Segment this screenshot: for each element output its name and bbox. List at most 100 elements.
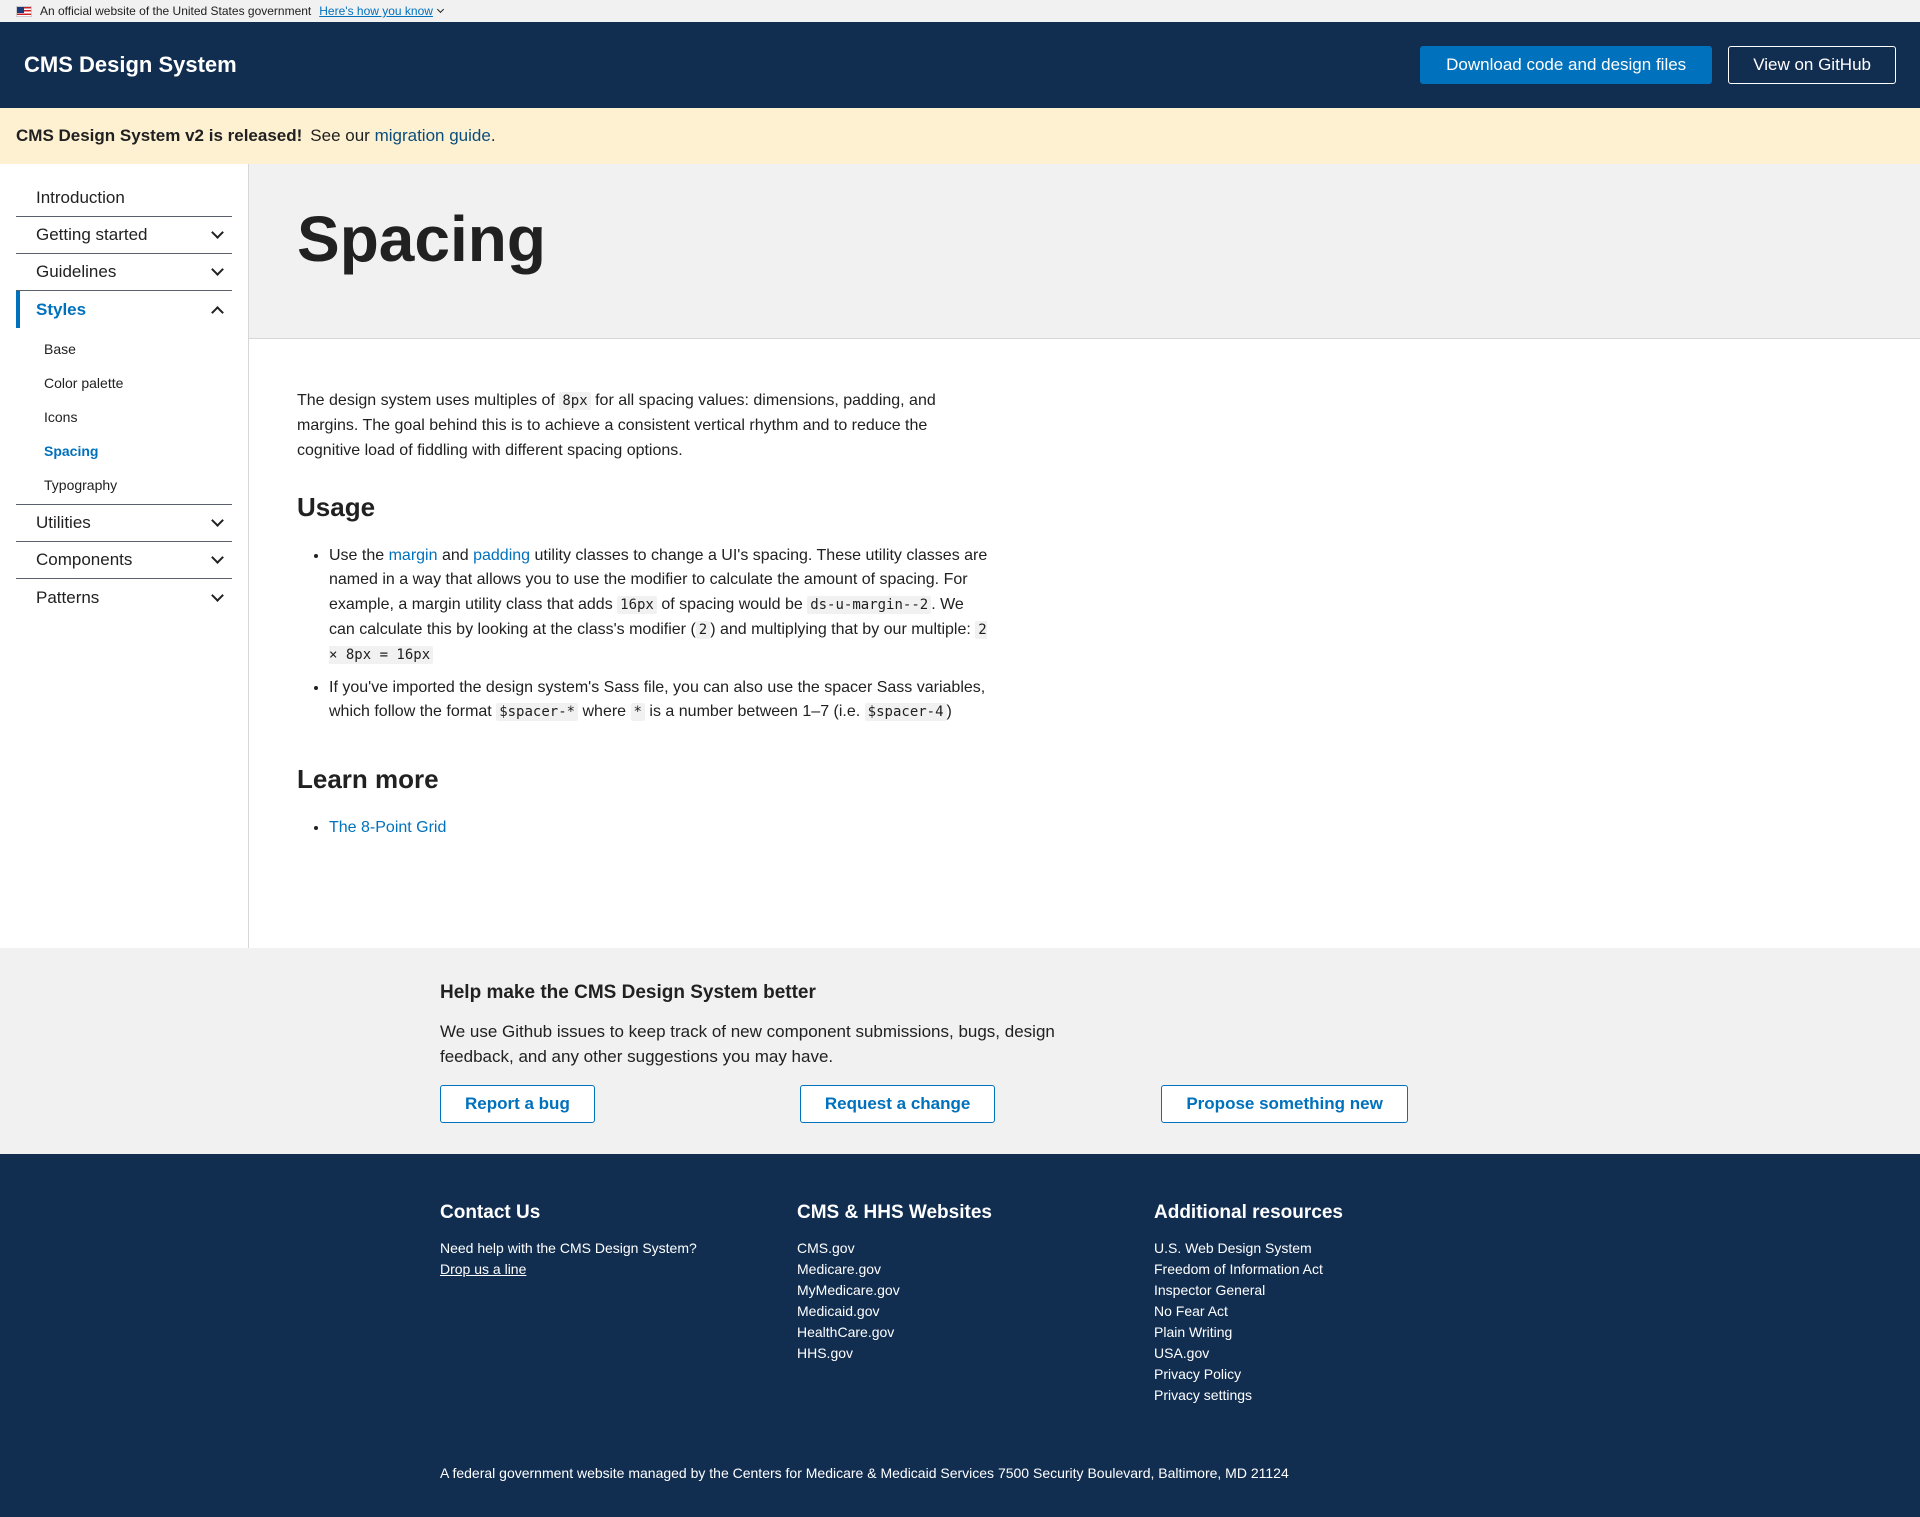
sidebar-item-utilities[interactable]: Utilities (16, 505, 232, 542)
list-text: where (582, 703, 627, 721)
site-header: CMS Design System Download code and desi… (0, 22, 1920, 108)
chevron-down-icon (211, 263, 224, 276)
footer-link-healthcare[interactable]: HealthCare.gov (797, 1322, 1154, 1343)
chevron-down-icon (211, 551, 224, 564)
gov-banner-text: An official website of the United States… (40, 4, 312, 18)
learn-more-list: The 8-Point Grid (297, 816, 989, 841)
alert-text-end: . (490, 126, 496, 145)
footer-columns: Contact Us Need help with the CMS Design… (440, 1202, 1920, 1406)
list-item: The 8-Point Grid (329, 816, 989, 841)
inline-code: $spacer-* (496, 703, 579, 722)
usage-list: Use the margin and padding utility class… (297, 544, 989, 726)
footer-link-privacy-settings[interactable]: Privacy settings (1154, 1385, 1511, 1406)
list-text: ) and multiplying that by our multiple: (710, 621, 971, 639)
sidebar-nav: Introduction Getting started Guidelines … (0, 164, 249, 948)
list-item: If you've imported the design system's S… (329, 676, 989, 726)
chevron-down-icon (211, 226, 224, 239)
chevron-down-icon (211, 514, 224, 527)
learn-more-heading: Learn more (297, 764, 439, 795)
list-text: and (441, 546, 469, 564)
us-flag-icon (16, 5, 32, 17)
list-text: Use the (329, 546, 385, 564)
padding-link[interactable]: padding (473, 547, 530, 564)
footer-bottom-text: A federal government website managed by … (440, 1465, 1289, 1481)
feedback-text: We use Github issues to keep track of ne… (440, 1022, 1055, 1066)
footer-contact-text: Need help with the CMS Design System? (440, 1240, 697, 1256)
inline-code: 2 (695, 621, 711, 640)
view-on-github-button[interactable]: View on GitHub (1728, 46, 1896, 84)
footer-link-plain-writing[interactable]: Plain Writing (1154, 1322, 1511, 1343)
footer-contact-title: Contact Us (440, 1202, 541, 1223)
sidebar-item-label: Introduction (36, 188, 125, 207)
inline-code: 16px (617, 596, 657, 615)
footer-contact: Contact Us Need help with the CMS Design… (440, 1202, 797, 1406)
sidebar-item-label: Utilities (36, 513, 91, 532)
subnav-item-base[interactable]: Base (16, 332, 232, 366)
list-text: ) (946, 703, 952, 721)
margin-link[interactable]: margin (389, 547, 438, 564)
eight-point-grid-link[interactable]: The 8-Point Grid (329, 819, 446, 836)
article-body: The design system uses multiples of 8px … (249, 339, 989, 848)
footer-link-medicaid[interactable]: Medicaid.gov (797, 1301, 1154, 1322)
site-title[interactable]: CMS Design System (24, 52, 237, 78)
footer-resources-title: Additional resources (1154, 1202, 1343, 1223)
footer-websites-title: CMS & HHS Websites (797, 1202, 992, 1223)
footer-link-foia[interactable]: Freedom of Information Act (1154, 1259, 1511, 1280)
sidebar-item-guidelines[interactable]: Guidelines (16, 254, 232, 291)
list-item: Use the margin and padding utility class… (329, 544, 989, 668)
sidebar-item-getting-started[interactable]: Getting started (16, 217, 232, 254)
inline-code: * (630, 703, 645, 722)
footer-link-hhs[interactable]: HHS.gov (797, 1343, 1154, 1364)
intro-text: The design system uses multiples of (297, 392, 555, 409)
footer-link-medicare[interactable]: Medicare.gov (797, 1259, 1154, 1280)
release-alert: CMS Design System v2 is released! See ou… (0, 108, 1920, 164)
drop-us-a-line-link[interactable]: Drop us a line (440, 1259, 797, 1280)
subnav-item-icons[interactable]: Icons (16, 400, 232, 434)
chevron-down-icon (211, 588, 224, 602)
footer-link-privacy-policy[interactable]: Privacy Policy (1154, 1364, 1511, 1385)
footer-link-cms[interactable]: CMS.gov (797, 1238, 1154, 1259)
list-text: of spacing would be (661, 596, 803, 614)
gov-banner: An official website of the United States… (0, 0, 1920, 22)
sidebar-item-introduction[interactable]: Introduction (16, 180, 232, 217)
request-change-button[interactable]: Request a change (799, 1085, 996, 1124)
inline-code: $spacer-4 (864, 703, 947, 722)
footer-link-inspector-general[interactable]: Inspector General (1154, 1280, 1511, 1301)
chevron-down-icon (436, 5, 444, 14)
alert-text: See our (310, 126, 370, 145)
migration-guide-link[interactable]: migration guide (375, 126, 491, 146)
page-layout: Introduction Getting started Guidelines … (0, 164, 1920, 948)
intro-paragraph: The design system uses multiples of 8px … (297, 389, 989, 463)
list-text: is a number between 1–7 (i.e. (649, 703, 861, 721)
subnav-item-typography[interactable]: Typography (16, 468, 232, 502)
heres-how-you-know-label: Here's how you know (319, 4, 433, 18)
styles-subnav: Base Color palette Icons Spacing Typogra… (16, 328, 232, 505)
feedback-section: Help make the CMS Design System better W… (0, 948, 1920, 1154)
footer-resources: Additional resources U.S. Web Design Sys… (1154, 1202, 1511, 1406)
footer-websites: CMS & HHS Websites CMS.gov Medicare.gov … (797, 1202, 1154, 1406)
inline-code: ds-u-margin--2 (807, 596, 932, 615)
sidebar-item-components[interactable]: Components (16, 542, 232, 579)
subnav-item-spacing[interactable]: Spacing (16, 434, 232, 468)
heres-how-you-know-link[interactable]: Here's how you know (319, 4, 444, 18)
sidebar-item-styles[interactable]: Styles (16, 291, 232, 328)
feedback-title: Help make the CMS Design System better (440, 982, 816, 1003)
sidebar-item-label: Guidelines (36, 262, 117, 281)
usage-heading: Usage (297, 492, 376, 523)
download-files-button[interactable]: Download code and design files (1420, 46, 1713, 84)
sidebar-item-label: Patterns (36, 587, 100, 607)
footer-link-no-fear-act[interactable]: No Fear Act (1154, 1301, 1511, 1322)
page-title: Spacing (297, 203, 546, 275)
sidebar-item-label: Styles (36, 299, 87, 319)
alert-strong-text: CMS Design System v2 is released! (16, 126, 303, 145)
propose-new-button[interactable]: Propose something new (1161, 1085, 1408, 1124)
main-content: Spacing The design system uses multiples… (249, 164, 1920, 948)
footer-link-mymedicare[interactable]: MyMedicare.gov (797, 1280, 1154, 1301)
header-actions: Download code and design files View on G… (1420, 46, 1896, 84)
report-bug-button[interactable]: Report a bug (440, 1085, 595, 1124)
footer-link-usa-gov[interactable]: USA.gov (1154, 1343, 1511, 1364)
sidebar-item-patterns[interactable]: Patterns (16, 579, 232, 616)
feedback-actions: Report a bug Request a change Propose so… (440, 1085, 1920, 1124)
subnav-item-color-palette[interactable]: Color palette (16, 366, 232, 400)
footer-link-uswds[interactable]: U.S. Web Design System (1154, 1238, 1511, 1259)
